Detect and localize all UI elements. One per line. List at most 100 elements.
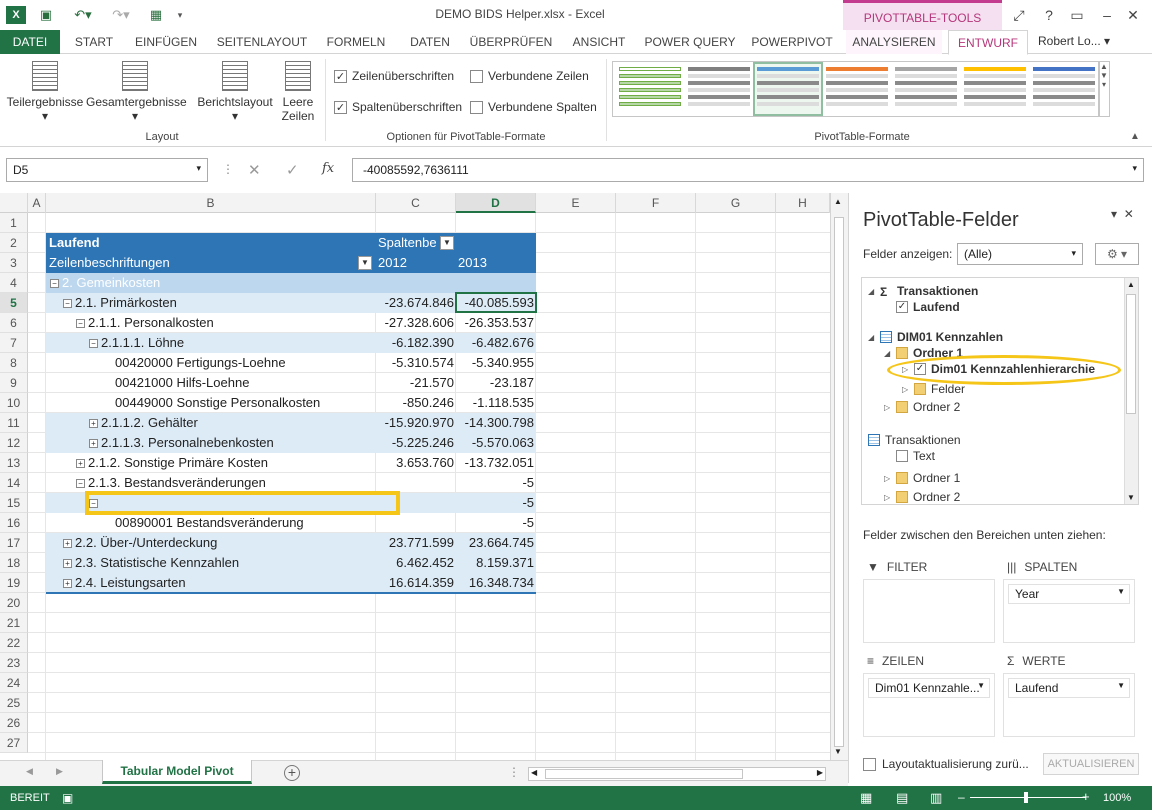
- column-header-d[interactable]: D: [456, 193, 536, 213]
- pivot-row-label[interactable]: −2.1.1.1. Löhne: [89, 333, 370, 353]
- value-2012[interactable]: -21.570: [376, 373, 456, 393]
- row-filter-dropdown[interactable]: ▼: [358, 256, 372, 270]
- row-header[interactable]: 27: [0, 733, 28, 753]
- value-2013[interactable]: 23.664.745: [456, 533, 536, 553]
- undo-icon[interactable]: ↶▾: [68, 6, 98, 24]
- value-2012[interactable]: 3.653.760: [376, 453, 456, 473]
- field-item[interactable]: Text: [896, 449, 935, 463]
- expand-icon[interactable]: +: [89, 439, 98, 449]
- pivot-measure-header[interactable]: Laufend: [49, 233, 249, 253]
- column-header-c[interactable]: C: [376, 193, 456, 213]
- expand-icon[interactable]: ▷: [884, 493, 894, 502]
- values-area[interactable]: Laufend ▼: [1003, 673, 1135, 737]
- pivot-style-swatch[interactable]: [962, 64, 1028, 114]
- expand-icon[interactable]: ◢: [868, 333, 878, 342]
- expand-icon[interactable]: +: [89, 419, 98, 429]
- value-2012[interactable]: -15.920.970: [376, 413, 456, 433]
- form-icon[interactable]: ▦: [146, 6, 166, 24]
- tab-ueberpruefen[interactable]: ÜBERPRÜFEN: [464, 30, 558, 54]
- tab-power-query[interactable]: POWER QUERY: [642, 30, 738, 54]
- value-2013[interactable]: [456, 273, 536, 293]
- enter-icon[interactable]: ✓: [286, 161, 299, 179]
- horizontal-scrollbar[interactable]: ◀ ▶: [528, 767, 826, 781]
- scroll-down-icon[interactable]: ▼: [834, 747, 842, 756]
- next-sheet-icon[interactable]: ▶: [56, 766, 63, 777]
- tab-einfuegen[interactable]: EINFÜGEN: [128, 30, 204, 54]
- row-header[interactable]: 26: [0, 713, 28, 733]
- defer-layout-update[interactable]: Layoutaktualisierung zurü...: [863, 757, 1029, 771]
- name-box[interactable]: D5 ▾: [6, 158, 208, 182]
- value-2013[interactable]: -5.570.063: [456, 433, 536, 453]
- pivot-row-label[interactable]: +2.1.2. Sonstige Primäre Kosten: [76, 453, 370, 473]
- sheet-tab[interactable]: Tabular Model Pivot: [102, 760, 252, 784]
- tab-datei[interactable]: DATEI: [0, 30, 60, 54]
- row-header[interactable]: 7: [0, 333, 28, 353]
- row-header[interactable]: 1: [0, 213, 28, 233]
- columns-area[interactable]: Year ▼: [1003, 579, 1135, 643]
- pivot-row-label[interactable]: 00421000 Hilfs-Loehne: [115, 373, 370, 393]
- pivot-styles-gallery[interactable]: [612, 61, 1100, 117]
- expand-icon[interactable]: +: [63, 559, 72, 569]
- collapse-icon[interactable]: −: [63, 299, 72, 309]
- redo-icon[interactable]: ↷▾: [106, 6, 136, 24]
- update-button[interactable]: AKTUALISIEREN: [1043, 753, 1139, 775]
- row-header[interactable]: 3: [0, 253, 28, 273]
- row-labels-header[interactable]: Zeilenbeschriftungen: [49, 253, 349, 273]
- value-2012[interactable]: [376, 473, 456, 493]
- user-name[interactable]: Robert Lo... ▾: [1038, 34, 1110, 48]
- column-header-g[interactable]: G: [696, 193, 776, 213]
- row-header[interactable]: 13: [0, 453, 28, 473]
- row-header[interactable]: 21: [0, 613, 28, 633]
- macro-record-icon[interactable]: ▣: [62, 791, 73, 805]
- zoom-in-icon[interactable]: +: [1082, 789, 1090, 804]
- page-break-view-icon[interactable]: ▥: [930, 790, 942, 806]
- value-2012[interactable]: -23.674.846: [376, 293, 456, 313]
- scroll-up-icon[interactable]: ▲: [834, 197, 842, 206]
- pane-options-icon[interactable]: ▾: [1111, 207, 1117, 221]
- expand-icon[interactable]: +: [63, 539, 72, 549]
- row-header[interactable]: 9: [0, 373, 28, 393]
- pivot-style-swatch[interactable]: [893, 64, 959, 114]
- column-header-h[interactable]: H: [776, 193, 830, 213]
- pivot-row-label[interactable]: +2.1.1.3. Personalnebenkosten: [89, 433, 370, 453]
- field-item[interactable]: Transaktionen: [868, 433, 961, 447]
- row-header[interactable]: 17: [0, 533, 28, 553]
- row-headers-checkbox[interactable]: ✓ Zeilenüberschriften: [334, 69, 454, 83]
- column-filter-dropdown[interactable]: ▼: [440, 236, 454, 250]
- value-2013[interactable]: -5.340.955: [456, 353, 536, 373]
- expand-icon[interactable]: ▷: [884, 403, 894, 412]
- collapse-icon[interactable]: −: [76, 479, 85, 489]
- tab-ansicht[interactable]: ANSICHT: [562, 30, 636, 54]
- zoom-level[interactable]: 100%: [1103, 792, 1131, 804]
- column-labels-header[interactable]: Spaltenbe: [378, 233, 438, 253]
- value-2013[interactable]: -5: [456, 473, 536, 493]
- prev-sheet-icon[interactable]: ◀: [26, 766, 33, 777]
- row-header[interactable]: 16: [0, 513, 28, 533]
- pivot-style-swatch[interactable]: [617, 64, 683, 114]
- expand-icon[interactable]: ◢: [868, 287, 878, 296]
- save-icon[interactable]: ▣: [36, 6, 56, 24]
- gear-icon[interactable]: ⚙ ▾: [1095, 243, 1139, 265]
- pivot-row-label[interactable]: −2.1.1. Personalkosten: [76, 313, 370, 333]
- value-2013[interactable]: -23.187: [456, 373, 536, 393]
- field-item[interactable]: ▷ Felder: [902, 382, 965, 396]
- select-all-corner[interactable]: [0, 193, 28, 213]
- pivot-style-swatch[interactable]: [1031, 64, 1097, 114]
- value-2013[interactable]: 16.348.734: [456, 573, 536, 593]
- collapse-icon[interactable]: −: [76, 319, 85, 329]
- value-2013[interactable]: -14.300.798: [456, 413, 536, 433]
- pivot-row-label[interactable]: −2.1.3. Bestandsveränderungen: [76, 473, 370, 493]
- row-header[interactable]: 22: [0, 633, 28, 653]
- banded-columns-checkbox[interactable]: Verbundene Spalten: [470, 100, 597, 114]
- tab-formeln[interactable]: FORMELN: [318, 30, 394, 54]
- pivot-row-label[interactable]: 00420000 Fertigungs-Loehne: [115, 353, 370, 373]
- tab-start[interactable]: START: [66, 30, 122, 54]
- field-item[interactable]: ▷ Ordner 2: [884, 400, 960, 414]
- row-header[interactable]: 10: [0, 393, 28, 413]
- value-2013[interactable]: -5: [456, 493, 536, 513]
- normal-view-icon[interactable]: ▦: [860, 790, 872, 806]
- scroll-thumb[interactable]: [545, 769, 743, 779]
- minimize-icon[interactable]: –: [1098, 6, 1116, 24]
- checkbox-icon[interactable]: ✓: [896, 301, 908, 313]
- expand-icon[interactable]: ◢: [884, 349, 894, 358]
